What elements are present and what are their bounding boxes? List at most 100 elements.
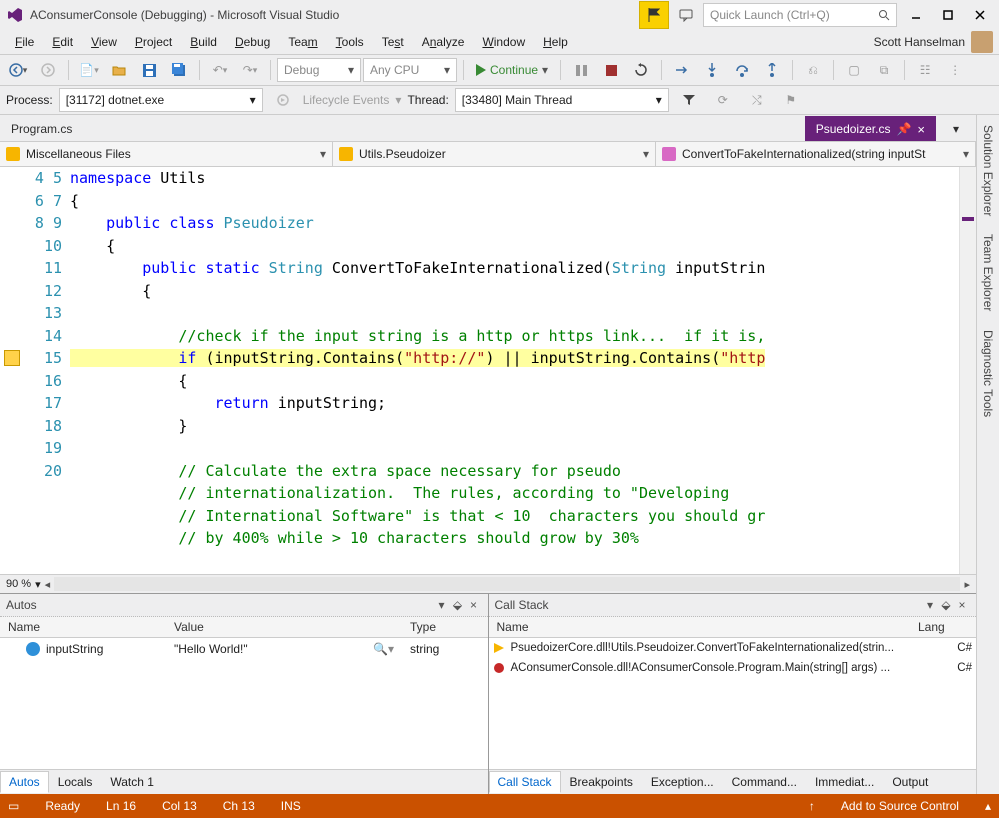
overview-ruler[interactable] (959, 167, 976, 574)
menu-window[interactable]: Window (473, 33, 534, 51)
code-text[interactable]: namespace Utils { public class Pseudoize… (70, 167, 959, 574)
user-avatar[interactable] (971, 31, 993, 53)
nav-member-selector[interactable]: ConvertToFakeInternationalized(string in… (656, 142, 976, 166)
thread-selector[interactable]: [33480] Main Thread▾ (455, 88, 669, 112)
callstack-panel: Call Stack ▾ ⬙ × Name Lang PsuedoizerCor… (489, 594, 977, 794)
restart-button[interactable] (627, 59, 655, 81)
publish-icon[interactable]: ↑ (809, 799, 815, 813)
variable-icon (26, 642, 40, 656)
menu-project[interactable]: Project (126, 33, 181, 51)
break-all-button[interactable] (567, 59, 595, 81)
vs-logo-icon (6, 6, 24, 24)
horizontal-scrollbar[interactable] (54, 577, 960, 591)
save-all-button[interactable] (165, 59, 193, 81)
menu-file[interactable]: File (6, 33, 43, 51)
show-next-stmt-button[interactable] (668, 59, 696, 81)
callstack-columns: Name Lang (489, 617, 977, 638)
status-ready-icon: ▭ (8, 799, 19, 813)
menu-tools[interactable]: Tools (327, 33, 373, 51)
nav-fwd-button[interactable] (34, 59, 62, 81)
autos-tab-autos[interactable]: Autos (0, 771, 49, 793)
step-into-button[interactable] (698, 59, 726, 81)
process-selector[interactable]: [31172] dotnet.exe▾ (59, 88, 263, 112)
close-button[interactable] (967, 4, 993, 26)
cs-tab-output[interactable]: Output (883, 771, 937, 793)
feedback-icon[interactable] (675, 4, 697, 26)
tool-d[interactable]: ☷ (911, 59, 939, 81)
save-button[interactable] (135, 59, 163, 81)
config-selector[interactable]: Debug▾ (277, 58, 361, 82)
tab-program-cs[interactable]: Program.cs (0, 116, 83, 141)
close-tab-icon[interactable]: × (917, 122, 925, 137)
cs-tab-command[interactable]: Command... (723, 771, 806, 793)
cs-tab-exception[interactable]: Exception... (642, 771, 723, 793)
maximize-button[interactable] (935, 4, 961, 26)
nav-back-button[interactable]: ▾ (4, 59, 32, 81)
open-button[interactable] (105, 59, 133, 81)
scc-chevron-icon[interactable]: ▴ (985, 799, 991, 813)
status-scc[interactable]: Add to Source Control (841, 799, 959, 813)
stackframe-icon[interactable]: ⟳ (709, 89, 737, 111)
flag-threads-icon[interactable]: ⚑ (777, 89, 805, 111)
thread-nav-icon[interactable]: ⤭ (743, 89, 771, 111)
menu-edit[interactable]: Edit (43, 33, 82, 51)
right-tool-tabs: Solution Explorer Team Explorer Diagnost… (976, 115, 999, 794)
panel-pin-icon[interactable]: ⬙ (450, 598, 466, 612)
menu-debug[interactable]: Debug (226, 33, 279, 51)
code-editor[interactable]: 4 5 6 7 8 9 10 11 12 13 14 15 16 17 18 1… (0, 167, 976, 574)
stop-button[interactable] (597, 59, 625, 81)
nav-class-selector[interactable]: Utils.Pseudoizer▾ (333, 142, 656, 166)
new-project-button[interactable]: 📄▾ (75, 59, 103, 81)
stack-frame-row[interactable]: AConsumerConsole.dll!AConsumerConsole.Pr… (489, 658, 977, 678)
autos-tab-locals[interactable]: Locals (49, 771, 102, 793)
tool-a[interactable]: ⎌ (799, 59, 827, 81)
minimize-button[interactable] (903, 4, 929, 26)
nav-project-selector[interactable]: Miscellaneous Files▾ (0, 142, 333, 166)
panel-close-icon[interactable]: × (954, 598, 970, 612)
menu-build[interactable]: Build (181, 33, 226, 51)
lifecycle-icon[interactable] (269, 89, 297, 111)
menu-analyze[interactable]: Analyze (413, 33, 474, 51)
zoom-level[interactable]: 90 % (6, 578, 31, 590)
signed-in-user[interactable]: Scott Hanselman (868, 35, 971, 49)
cs-tab-callstack[interactable]: Call Stack (489, 771, 561, 793)
platform-selector[interactable]: Any CPU▾ (363, 58, 457, 82)
tab-overflow-icon[interactable]: ▾ (936, 116, 976, 141)
filter-icon[interactable] (675, 89, 703, 111)
step-out-button[interactable] (758, 59, 786, 81)
tool-b[interactable]: ▢ (840, 59, 868, 81)
redo-button[interactable]: ↷▾ (236, 59, 264, 81)
cs-tab-breakpoints[interactable]: Breakpoints (561, 771, 642, 793)
window-title: AConsumerConsole (Debugging) - Microsoft… (30, 8, 339, 22)
autos-row[interactable]: inputString "Hello World!"🔍▾ string (0, 638, 488, 660)
glyph-margin[interactable] (0, 167, 26, 574)
step-over-button[interactable] (728, 59, 756, 81)
pin-icon[interactable]: 📌 (896, 122, 911, 136)
menu-view[interactable]: View (82, 33, 126, 51)
callstack-title: Call Stack (495, 598, 923, 612)
rtab-solution-explorer[interactable]: Solution Explorer (979, 121, 997, 220)
process-label: Process: (6, 93, 53, 107)
panel-close-icon[interactable]: × (466, 598, 482, 612)
panel-dropdown-icon[interactable]: ▾ (434, 598, 450, 612)
class-icon (339, 147, 353, 161)
tool-c[interactable]: ⧉ (870, 59, 898, 81)
menu-test[interactable]: Test (373, 33, 413, 51)
menu-help[interactable]: Help (534, 33, 577, 51)
cs-tab-immediate[interactable]: Immediat... (806, 771, 883, 793)
continue-button[interactable]: Continue▾ (470, 59, 554, 81)
rtab-diagnostic-tools[interactable]: Diagnostic Tools (979, 326, 997, 421)
stack-frame-row[interactable]: PsuedoizerCore.dll!Utils.Pseudoizer.Conv… (489, 638, 977, 658)
notification-flag-icon[interactable] (639, 1, 669, 29)
tool-e[interactable]: ⋮ (941, 59, 969, 81)
autos-tab-strip: Autos Locals Watch 1 (0, 769, 488, 794)
autos-tab-watch1[interactable]: Watch 1 (101, 771, 163, 793)
undo-button[interactable]: ↶▾ (206, 59, 234, 81)
visualizer-icon[interactable]: 🔍▾ (373, 642, 394, 656)
menu-team[interactable]: Team (279, 33, 326, 51)
panel-pin-icon[interactable]: ⬙ (938, 598, 954, 612)
panel-dropdown-icon[interactable]: ▾ (922, 598, 938, 612)
quick-launch-input[interactable]: Quick Launch (Ctrl+Q) (703, 3, 897, 27)
rtab-team-explorer[interactable]: Team Explorer (979, 230, 997, 315)
tab-psuedoizer-cs[interactable]: Psuedoizer.cs 📌 × (805, 116, 936, 141)
